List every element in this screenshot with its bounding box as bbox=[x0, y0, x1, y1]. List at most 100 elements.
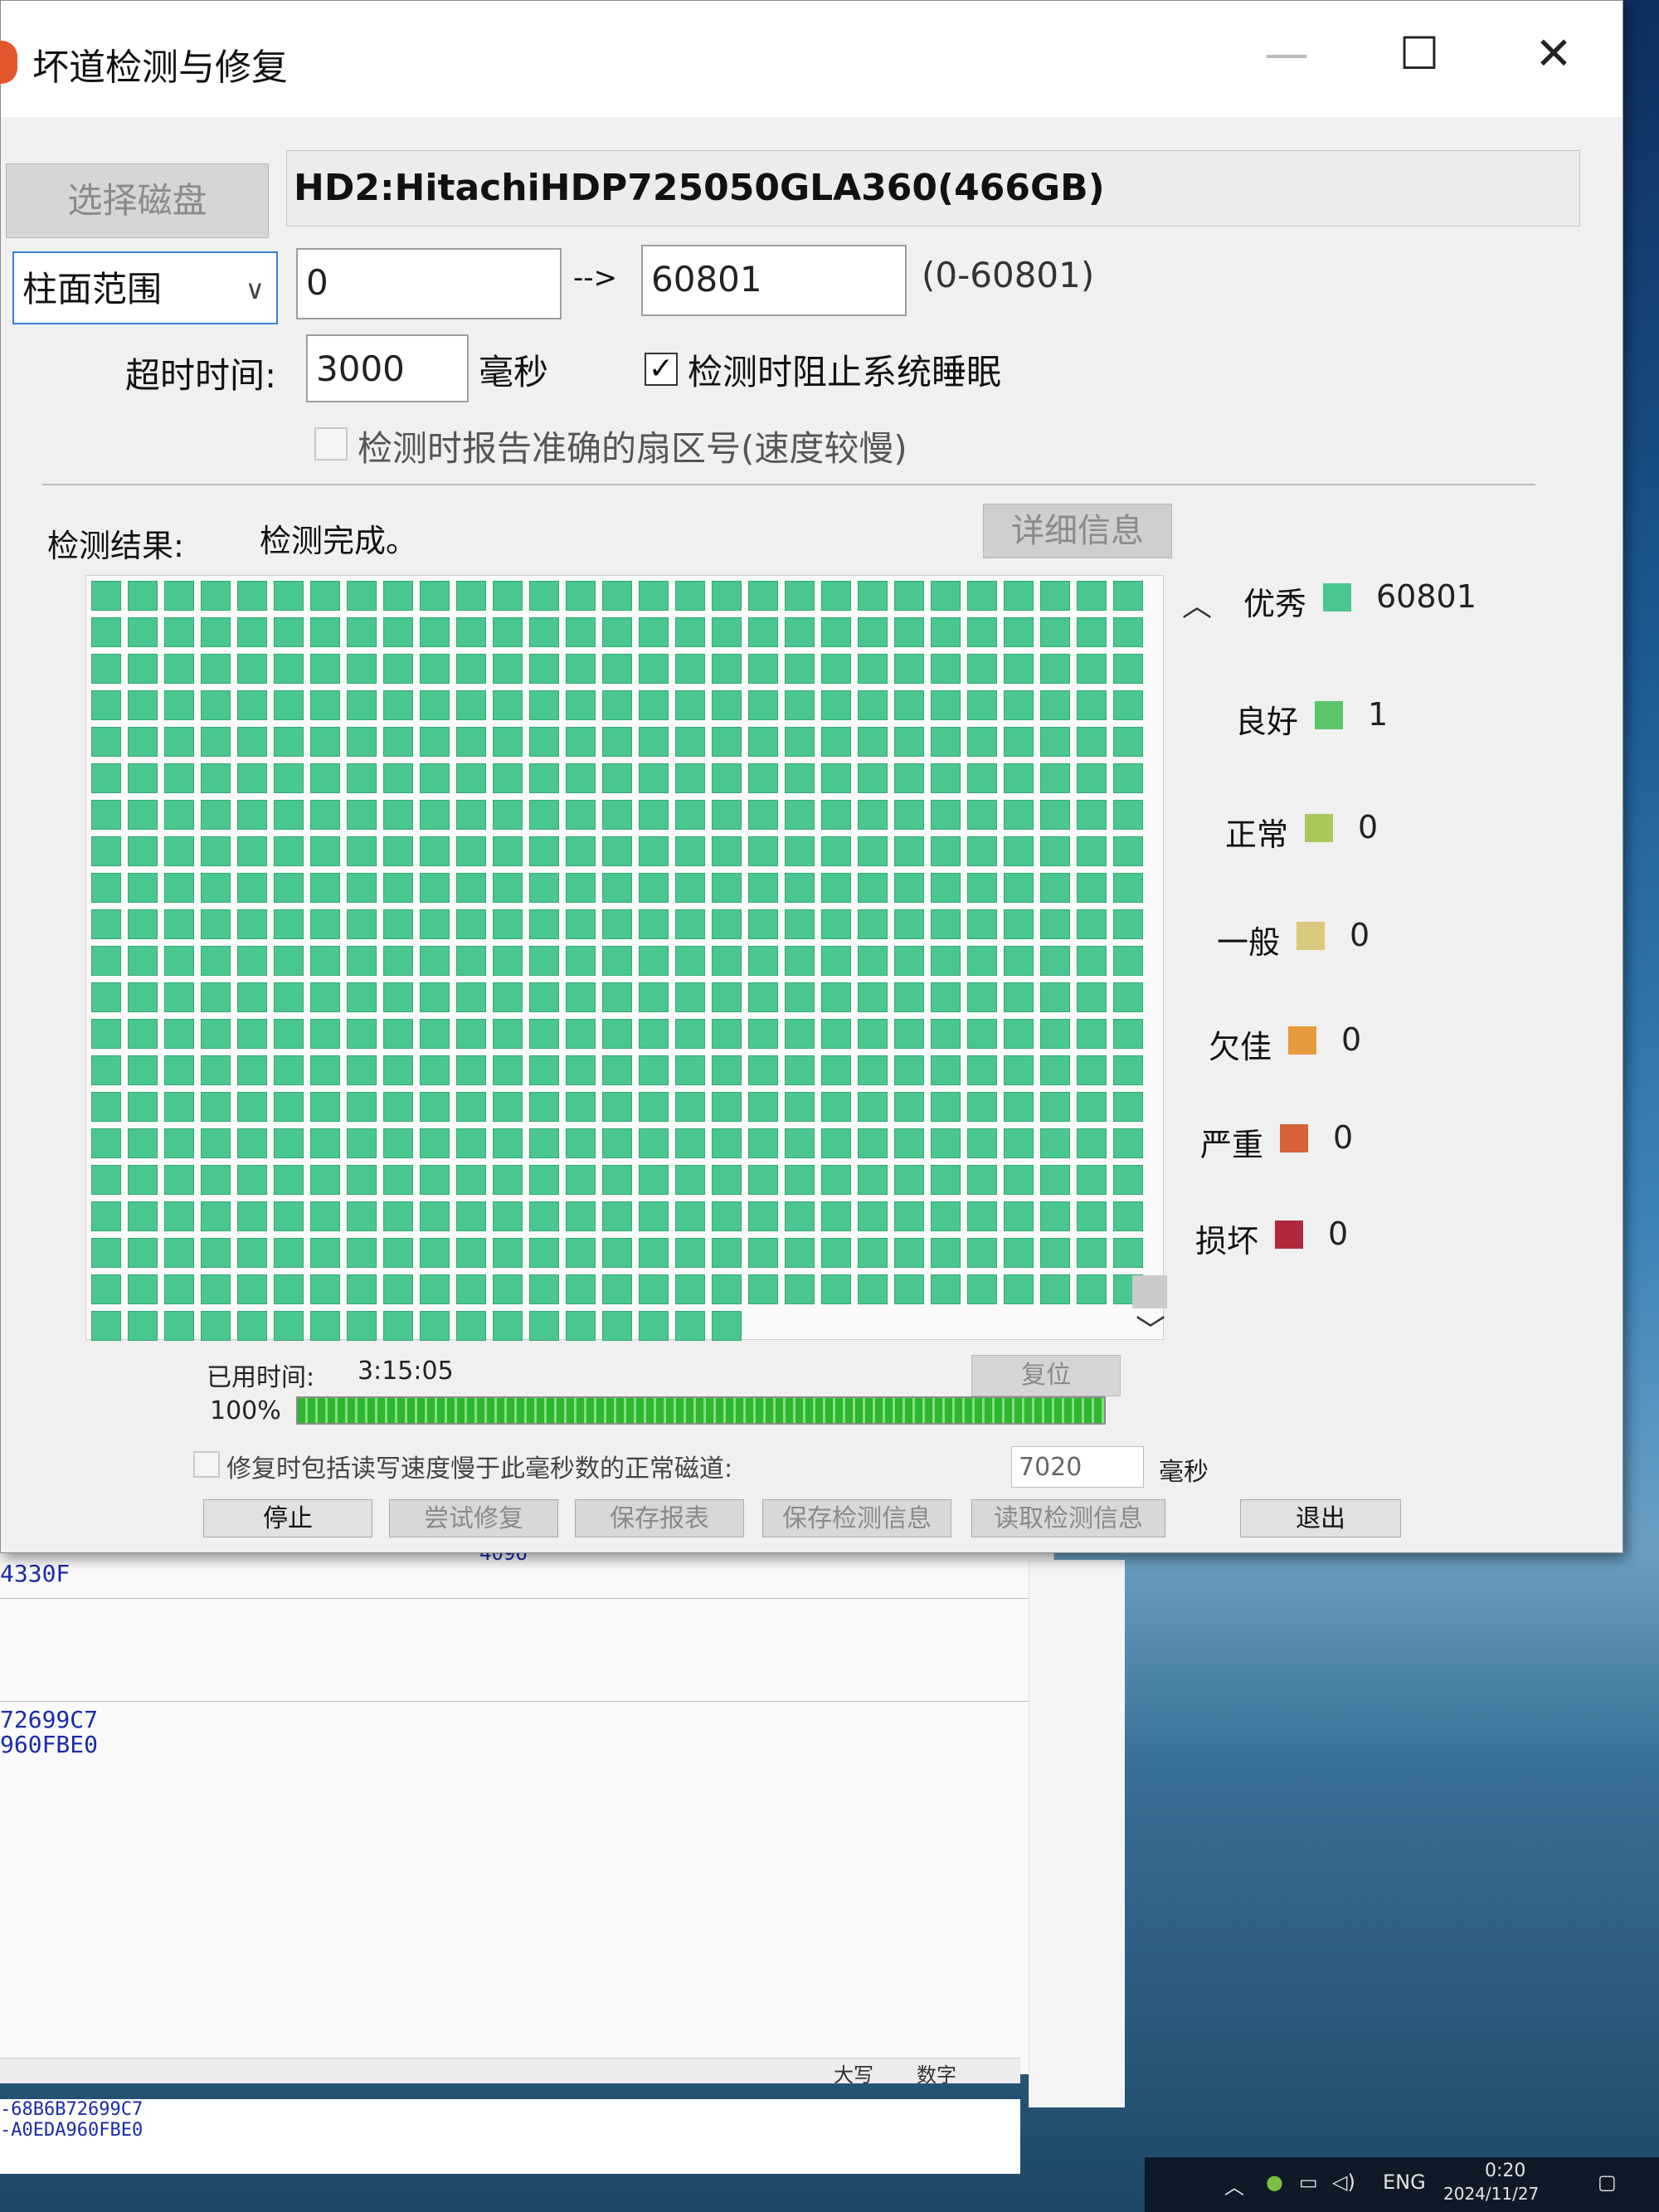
sector-cell bbox=[894, 1238, 924, 1268]
legend-count: 0 bbox=[1358, 809, 1379, 845]
sector-cell bbox=[91, 727, 121, 757]
range-arrow: --> bbox=[573, 261, 618, 295]
sector-cell bbox=[493, 1092, 523, 1122]
sector-cell bbox=[237, 946, 267, 976]
sector-cell bbox=[529, 800, 559, 830]
sector-cell bbox=[967, 1019, 997, 1049]
sector-cell bbox=[821, 1092, 851, 1122]
sector-cell bbox=[456, 873, 486, 903]
sector-cell bbox=[91, 946, 121, 976]
legend-count: 1 bbox=[1368, 696, 1389, 733]
sector-cell bbox=[128, 873, 158, 903]
sector-cell bbox=[1113, 1019, 1143, 1049]
sector-cell bbox=[274, 873, 304, 903]
exit-button[interactable]: 退出 bbox=[1240, 1499, 1401, 1537]
sector-cell bbox=[967, 617, 997, 647]
sector-cell bbox=[566, 946, 596, 976]
sector-cell bbox=[639, 1092, 669, 1122]
maximize-button[interactable]: ☐ bbox=[1370, 21, 1469, 87]
sector-cell bbox=[383, 727, 413, 757]
sector-cell bbox=[383, 1128, 413, 1158]
sector-cell bbox=[858, 617, 888, 647]
sector-cell bbox=[91, 1165, 121, 1195]
sector-cell bbox=[748, 836, 778, 866]
volume-icon[interactable]: ◁) bbox=[1332, 2171, 1355, 2194]
sector-cell bbox=[967, 1274, 997, 1304]
scroll-down-icon[interactable]: ﹀ bbox=[1136, 1307, 1165, 1350]
select-disk-button[interactable]: 选择磁盘 bbox=[6, 163, 269, 238]
sector-cell bbox=[456, 654, 486, 684]
language-indicator[interactable]: ENG bbox=[1383, 2171, 1426, 2194]
reset-button[interactable]: 复位 bbox=[971, 1355, 1121, 1396]
sector-cell bbox=[1040, 690, 1070, 720]
sector-cell bbox=[675, 654, 705, 684]
try-repair-button[interactable]: 尝试修复 bbox=[389, 1499, 558, 1537]
save-report-button[interactable]: 保存报表 bbox=[575, 1499, 744, 1537]
load-info-button[interactable]: 读取检测信息 bbox=[971, 1499, 1165, 1537]
timeout-input[interactable]: 3000 bbox=[306, 334, 469, 402]
close-button[interactable]: ✕ bbox=[1504, 21, 1603, 87]
sector-cell bbox=[639, 581, 669, 611]
sector-cell bbox=[128, 1201, 158, 1231]
sector-cell bbox=[128, 690, 158, 720]
sector-cell bbox=[1040, 1092, 1070, 1122]
minimize-button[interactable]: — bbox=[1237, 21, 1336, 87]
range-mode-select[interactable]: 柱面范围 ∨ bbox=[12, 251, 278, 324]
sector-cell bbox=[164, 1055, 194, 1085]
scrollbar-thumb[interactable] bbox=[1132, 1275, 1167, 1308]
sector-cell bbox=[383, 836, 413, 866]
sector-cell bbox=[602, 800, 632, 830]
details-button[interactable]: 详细信息 bbox=[983, 504, 1172, 558]
sector-cell bbox=[274, 654, 304, 684]
network-icon[interactable]: ▭ bbox=[1299, 2171, 1318, 2194]
sector-cell bbox=[237, 617, 267, 647]
save-info-button[interactable]: 保存检测信息 bbox=[762, 1499, 951, 1537]
sector-cell bbox=[1113, 873, 1143, 903]
app-icon bbox=[0, 41, 17, 84]
sector-cell bbox=[712, 581, 742, 611]
range-to-input[interactable]: 60801 bbox=[641, 245, 907, 316]
sector-cell bbox=[201, 1201, 231, 1231]
sector-cell bbox=[164, 763, 194, 793]
sector-cell bbox=[128, 1128, 158, 1158]
sector-cell bbox=[967, 581, 997, 611]
sector-cell bbox=[493, 1165, 523, 1195]
sector-cell bbox=[566, 1055, 596, 1085]
sector-cell bbox=[967, 763, 997, 793]
background-hex-text: -A0EDA960FBE0 bbox=[0, 2120, 144, 2141]
tray-app-icon[interactable]: ● bbox=[1266, 2171, 1283, 2194]
sector-cell bbox=[675, 1238, 705, 1268]
stop-button[interactable]: 停止 bbox=[203, 1499, 372, 1537]
sector-cell bbox=[201, 800, 231, 830]
report-sector-checkbox[interactable] bbox=[314, 427, 348, 460]
range-from-input[interactable]: 0 bbox=[296, 248, 562, 319]
sector-cell bbox=[529, 1019, 559, 1049]
sector-cell bbox=[675, 763, 705, 793]
tray-chevron-icon[interactable]: ︿ bbox=[1224, 2171, 1244, 2200]
notification-icon[interactable]: ▢ bbox=[1598, 2171, 1617, 2194]
sector-cell bbox=[785, 873, 815, 903]
sector-cell bbox=[785, 1165, 815, 1195]
background-hex-text: 4330F bbox=[0, 1560, 71, 1587]
sector-cell bbox=[91, 1092, 121, 1122]
background-lower-panel: 2) 4330F 4096 72699C7 960FBE0 bbox=[0, 1477, 1054, 2074]
slow-threshold-input[interactable]: 7020 bbox=[1011, 1446, 1144, 1488]
clock-time[interactable]: 0:20 bbox=[1485, 2161, 1525, 2181]
result-label: 检测结果: bbox=[47, 528, 184, 564]
sector-cell bbox=[712, 1238, 742, 1268]
include-slow-checkbox[interactable] bbox=[193, 1451, 220, 1478]
scroll-up-icon[interactable]: ︿ bbox=[1182, 582, 1212, 625]
sector-cell bbox=[310, 763, 340, 793]
sector-cell bbox=[1040, 946, 1070, 976]
sector-cell bbox=[383, 617, 413, 647]
clock-date[interactable]: 2024/11/27 bbox=[1443, 2184, 1539, 2204]
sector-cell bbox=[420, 1165, 450, 1195]
sector-cell bbox=[310, 982, 340, 1012]
sector-cell bbox=[1040, 654, 1070, 684]
sector-cell bbox=[858, 1201, 888, 1231]
sector-cell bbox=[748, 1019, 778, 1049]
sector-cell bbox=[967, 946, 997, 976]
sector-cell bbox=[566, 1092, 596, 1122]
sector-cell bbox=[785, 836, 815, 866]
prevent-sleep-checkbox[interactable]: ✓ bbox=[645, 353, 678, 386]
